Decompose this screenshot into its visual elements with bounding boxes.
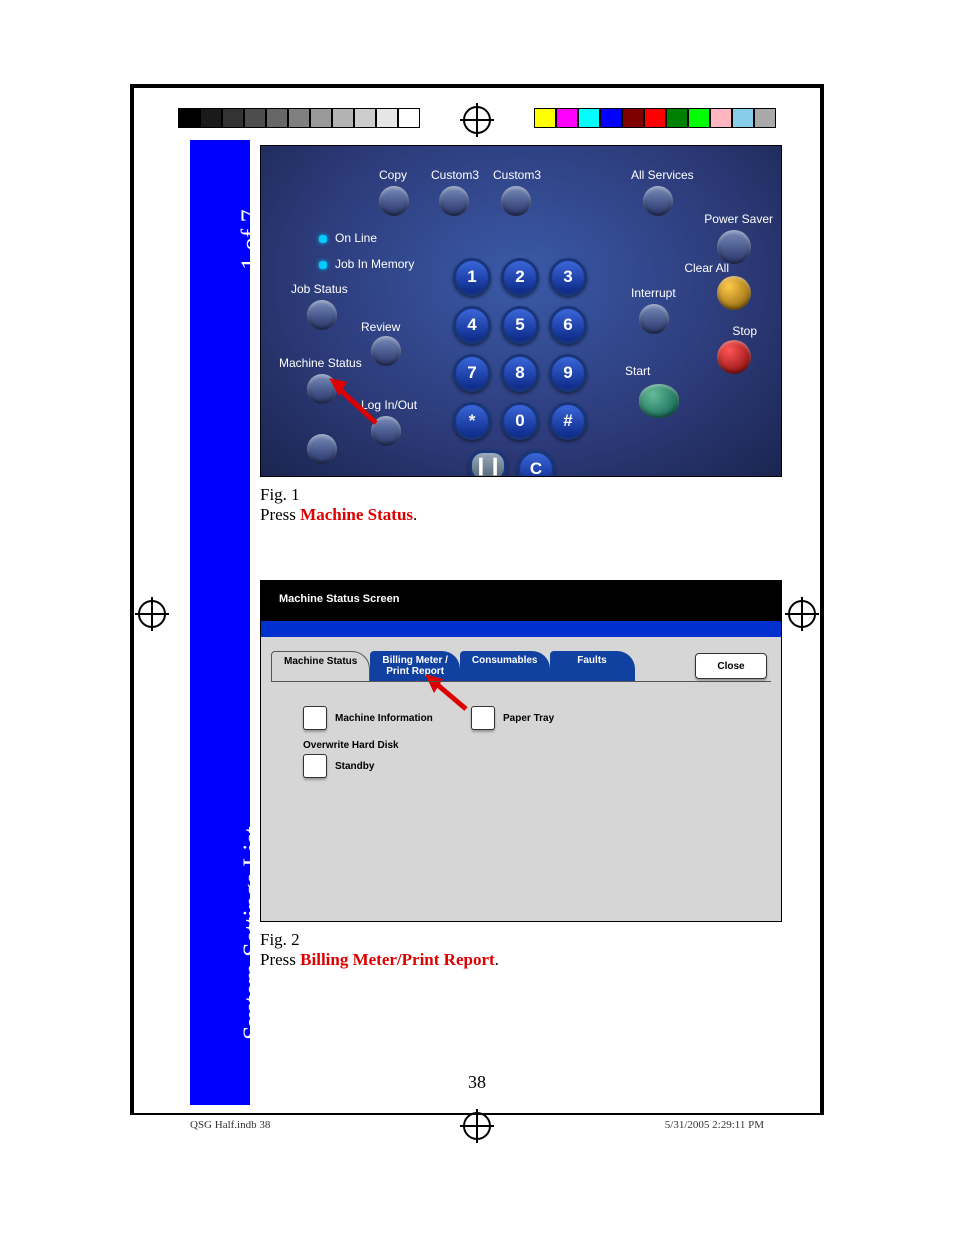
key-8[interactable]: 8 [501, 354, 539, 392]
tab-consumables[interactable]: Consumables [460, 651, 550, 681]
fig1-caption-pre: Press [260, 505, 300, 524]
opt-machine-info[interactable]: Machine Information [303, 706, 433, 730]
key-star[interactable]: * [453, 402, 491, 440]
content-column: Copy Custom3 Custom3 All Services Power … [260, 145, 764, 970]
close-button[interactable]: Close [695, 653, 767, 679]
numeric-keypad: 1 2 3 4 5 6 7 8 9 * [453, 258, 587, 477]
online-led-icon [319, 235, 327, 243]
key-0[interactable]: 0 [501, 402, 539, 440]
fig1-caption-post: . [413, 505, 417, 524]
footer: QSG Half.indb 38 5/31/2005 2:29:11 PM [190, 1119, 764, 1131]
mss-bluebar [261, 621, 781, 637]
start-button[interactable] [639, 384, 679, 418]
registration-mark-icon [138, 600, 166, 628]
interrupt-button[interactable] [639, 304, 669, 334]
registration-mark-icon [463, 106, 491, 134]
fig2-caption-hl: Billing Meter/Print Report [300, 950, 495, 969]
crop-rule-left [130, 84, 134, 1115]
key-3[interactable]: 3 [549, 258, 587, 296]
crop-rule-top [130, 84, 824, 88]
fig2-caption-number: Fig. 2 [260, 930, 764, 950]
mss-titlebar: Machine Status Screen [261, 581, 781, 621]
jobmem-led-icon [319, 261, 327, 269]
copy-button[interactable] [379, 186, 409, 216]
jobstatus-button[interactable] [307, 300, 337, 330]
fig1-caption-text: Press Machine Status. [260, 505, 764, 525]
page-area: 1 of 7 System Settings List Copy Custom3… [190, 140, 764, 1105]
key-1[interactable]: 1 [453, 258, 491, 296]
color-calibration-strip [534, 108, 776, 128]
power-saver-button[interactable] [717, 230, 751, 264]
page-number: 38 [468, 1072, 486, 1093]
opt-box-icon [303, 754, 327, 778]
review-button[interactable] [371, 336, 401, 366]
tab-machine-status[interactable]: Machine Status [271, 651, 370, 681]
opt-paper-tray[interactable]: Paper Tray [471, 706, 554, 730]
stop-label: Stop [732, 324, 757, 338]
sidebar: 1 of 7 System Settings List [190, 140, 250, 1105]
all-services-button[interactable] [643, 186, 673, 216]
clear-all-button[interactable] [717, 276, 751, 310]
tab-faults[interactable]: Faults [550, 651, 635, 681]
footer-right: 5/31/2005 2:29:11 PM [665, 1119, 764, 1131]
opt-box-icon [471, 706, 495, 730]
fig1-caption-hl: Machine Status [300, 505, 413, 524]
fig2-caption-pre: Press [260, 950, 300, 969]
registration-mark-icon [788, 600, 816, 628]
fig2-caption-text: Press Billing Meter/Print Report. [260, 950, 764, 970]
fig2-caption-post: . [495, 950, 499, 969]
review-label: Review [361, 320, 400, 334]
fig1-caption-number: Fig. 1 [260, 485, 764, 505]
key-hash[interactable]: # [549, 402, 587, 440]
jobmem-label: Job In Memory [335, 257, 414, 271]
overwrite-hd-label: Overwrite Hard Disk [303, 740, 399, 751]
custom3b-button[interactable] [501, 186, 531, 216]
crop-rule-right [820, 84, 824, 1115]
online-label: On Line [335, 231, 377, 245]
tab-billing-line1: Billing Meter / [382, 655, 448, 666]
opt-machine-info-label: Machine Information [335, 713, 433, 724]
fig1-control-panel: Copy Custom3 Custom3 All Services Power … [260, 145, 782, 477]
jobstatus-label: Job Status [291, 282, 348, 296]
key-clear[interactable]: C [517, 450, 555, 477]
key-9[interactable]: 9 [549, 354, 587, 392]
extra-button[interactable] [307, 434, 337, 464]
key-2[interactable]: 2 [501, 258, 539, 296]
start-label: Start [625, 364, 650, 378]
opt-standby-label: Standby [335, 761, 374, 772]
opt-paper-tray-label: Paper Tray [503, 713, 554, 724]
copy-label: Copy [379, 168, 407, 182]
custom3a-button[interactable] [439, 186, 469, 216]
key-7[interactable]: 7 [453, 354, 491, 392]
opt-box-icon [303, 706, 327, 730]
mss-body: Machine Information Paper Tray Overwrite… [271, 681, 771, 913]
stop-button[interactable] [717, 340, 751, 374]
key-pause[interactable]: ❙❙ [469, 450, 507, 477]
interrupt-label: Interrupt [631, 286, 676, 300]
footer-left: QSG Half.indb 38 [190, 1119, 270, 1131]
custom3a-label: Custom3 [431, 168, 479, 182]
grayscale-calibration-strip [178, 108, 420, 128]
key-4[interactable]: 4 [453, 306, 491, 344]
key-5[interactable]: 5 [501, 306, 539, 344]
all-services-label: All Services [631, 168, 694, 182]
clear-all-label: Clear All [684, 261, 729, 275]
opt-standby[interactable]: Standby [303, 754, 374, 778]
fig2-machine-status-screen: Machine Status Screen Machine Status Bil… [260, 580, 782, 922]
custom3b-label: Custom3 [493, 168, 541, 182]
power-saver-label: Power Saver [704, 212, 773, 226]
red-arrow-icon [321, 368, 381, 428]
key-6[interactable]: 6 [549, 306, 587, 344]
